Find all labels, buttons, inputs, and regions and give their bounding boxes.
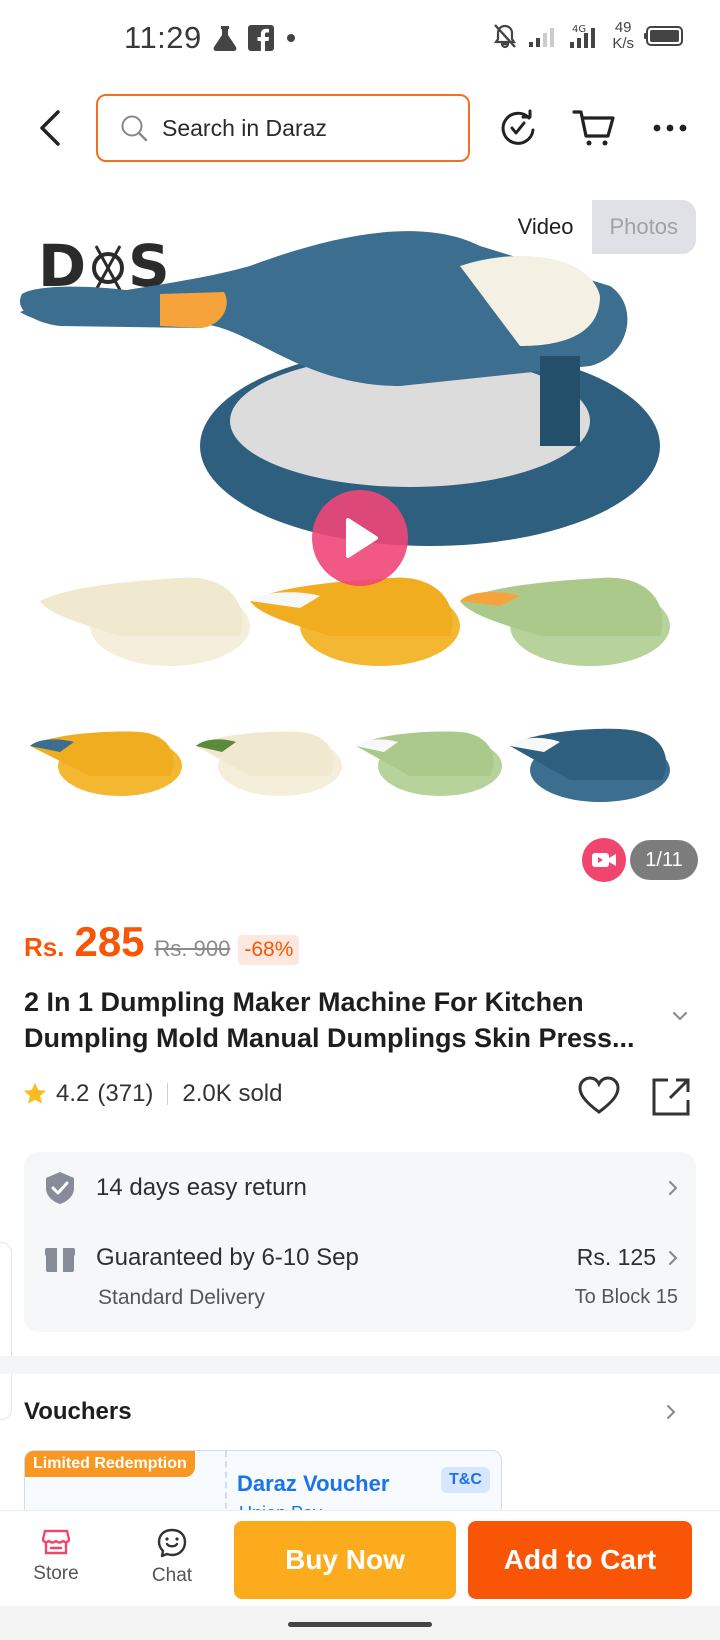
facebook-icon [248,25,274,51]
cart-button[interactable] [572,106,616,150]
image-counter: 1/11 [630,840,698,880]
refresh-icon [501,109,535,145]
chat-label: Chat [151,1565,193,1586]
more-button[interactable] [648,106,692,150]
play-video-button[interactable] [312,490,408,586]
status-bar: 11:29 4G 49 K/s [0,0,720,80]
chevron-left-icon [40,110,60,146]
wishlist-button[interactable] [578,1076,620,1121]
share-icon [652,1078,690,1116]
section-divider [0,1356,720,1374]
chevron-right-icon [667,1405,676,1419]
search-placeholder: Search in Daraz [162,114,327,141]
battery-icon [644,26,683,46]
dot-icon [287,34,295,42]
tab-photos[interactable]: Photos [591,200,696,254]
price-value: 285 [74,918,145,965]
variant-row-2 [30,728,670,802]
play-icon [346,518,378,558]
store-label: Store [33,1563,79,1584]
chevron-right-icon [669,1251,678,1265]
chevron-down-icon [673,1012,687,1021]
expand-title-button[interactable] [672,1008,688,1026]
system-icons: 4G 49 K/s [492,20,684,52]
product-title[interactable]: 2 In 1 Dumpling Maker Machine For Kitche… [24,984,674,1056]
delivery-type: Standard Delivery [98,1286,265,1309]
voucher-title: Daraz Voucher [237,1471,390,1496]
limited-badge: Limited Redemption [25,1451,195,1477]
notification-icons [212,24,298,52]
delivery-fee: Rs. 125 [576,1244,656,1270]
back-button[interactable] [30,106,70,150]
top-nav: Search in Daraz [0,92,720,164]
share-button[interactable] [650,1076,692,1123]
gift-box-icon [45,1248,75,1272]
video-camera-icon [592,853,616,867]
service-card: 14 days easy return Guaranteed by 6-10 S… [24,1152,696,1332]
rating-value: 4.2 [56,1080,90,1107]
speed-unit: K/s [612,35,634,52]
store-icon [41,1529,71,1555]
vouchers-more-button[interactable] [666,1404,676,1425]
chat-button[interactable]: Chat [140,1527,204,1587]
variant-row-1 [40,577,670,666]
search-input[interactable]: Search in Daraz [96,94,470,162]
search-icon [121,115,148,142]
product-gallery[interactable]: D S Video Photos 1/11 [0,186,720,886]
network-speed: 49 K/s [612,20,634,52]
history-button[interactable] [496,106,540,150]
sold-count: 2.0K sold [182,1080,283,1107]
divider [167,1083,169,1105]
home-indicator[interactable] [288,1622,432,1627]
signal-icon [529,28,555,47]
tc-badge[interactable]: T&C [441,1467,490,1493]
speed-value: 49 [614,19,632,36]
tab-video[interactable]: Video [499,200,592,254]
price-currency: Rs. [24,932,65,962]
bottom-action-bar: Store Chat Buy Now Add to Cart [0,1510,720,1606]
original-price: Rs. 900 [154,936,231,961]
buy-now-button[interactable]: Buy Now [234,1521,456,1599]
return-policy-row[interactable]: 14 days easy return [24,1152,696,1224]
video-badge[interactable] [582,838,626,882]
price-row: Rs. 285 Rs. 900 -68% [24,918,300,966]
signal-4g-icon: 4G [570,24,596,48]
delivery-location: To Block 15 [574,1286,678,1308]
side-drawer-handle[interactable] [0,1242,12,1420]
rating-count: (371) [97,1080,154,1107]
system-nav-bar [0,1606,720,1640]
heart-icon [578,1076,620,1114]
cart-icon [572,110,615,146]
vouchers-heading[interactable]: Vouchers [24,1398,132,1426]
media-toggle: Video Photos [499,200,696,254]
chevron-right-icon [669,1181,678,1195]
clock: 11:29 [124,20,202,55]
return-text: 14 days easy return [96,1174,307,1201]
delivery-text: Guaranteed by 6-10 Sep [96,1244,359,1271]
rating-row[interactable]: 4.2 (371) 2.0K sold [22,1080,282,1108]
mute-icon [494,24,517,49]
store-button[interactable]: Store [24,1527,88,1585]
star-icon [24,1083,46,1104]
add-to-cart-button[interactable]: Add to Cart [468,1521,692,1599]
flask-icon [213,26,237,51]
chat-icon [157,1528,187,1558]
more-dots-icon [653,124,687,132]
delivery-row[interactable]: Guaranteed by 6-10 Sep Standard Delivery… [24,1224,696,1332]
shield-check-icon [46,1172,74,1204]
discount-badge: -68% [238,935,300,965]
